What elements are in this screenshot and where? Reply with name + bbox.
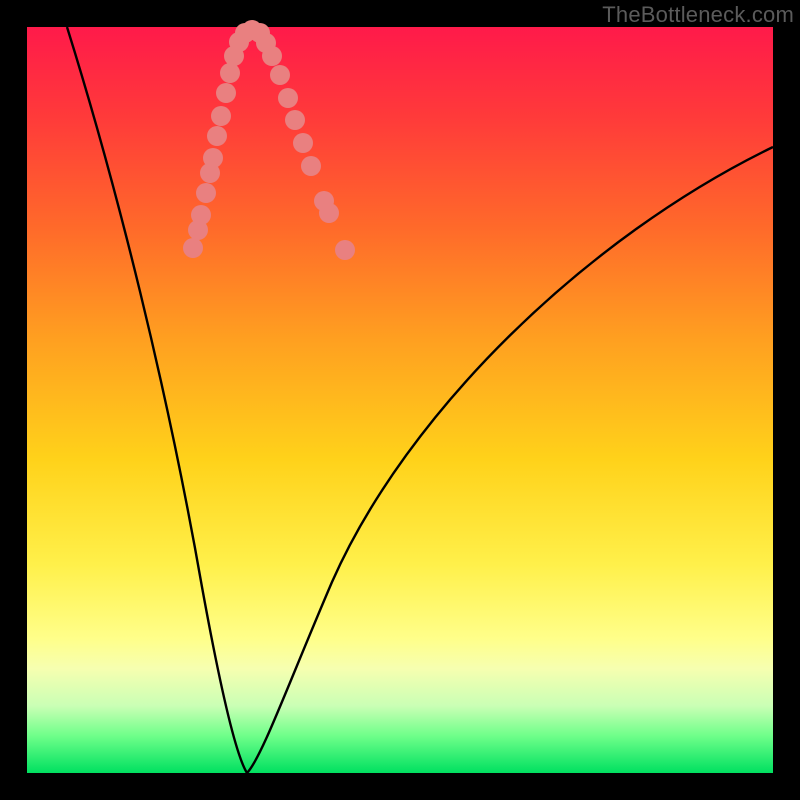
data-point: [262, 46, 282, 66]
chart-plot-area: [27, 27, 773, 773]
data-point: [335, 240, 355, 260]
data-point: [196, 183, 216, 203]
data-point: [319, 203, 339, 223]
data-point: [207, 126, 227, 146]
data-point: [191, 205, 211, 225]
data-point: [183, 238, 203, 258]
data-point: [220, 63, 240, 83]
data-point: [270, 65, 290, 85]
data-point: [203, 148, 223, 168]
chart-frame: TheBottleneck.com: [0, 0, 800, 800]
data-point: [216, 83, 236, 103]
data-point: [278, 88, 298, 108]
watermark-text: TheBottleneck.com: [602, 2, 794, 28]
data-point: [293, 133, 313, 153]
data-point: [211, 106, 231, 126]
data-point: [285, 110, 305, 130]
data-point: [301, 156, 321, 176]
curve-right-branch: [247, 147, 773, 773]
bottleneck-curve: [27, 27, 773, 773]
